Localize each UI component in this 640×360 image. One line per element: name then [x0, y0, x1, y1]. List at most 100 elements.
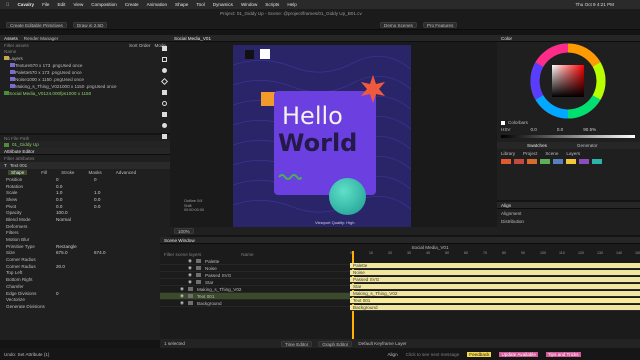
layer-clip[interactable]: Making_s_Thing_V02 [350, 290, 640, 297]
menu-create[interactable]: Create [125, 2, 139, 7]
polygon-tool-icon[interactable] [160, 77, 169, 86]
squiggle-shape[interactable] [278, 173, 302, 181]
menu-animation[interactable]: Animation [147, 2, 167, 7]
select-tool-icon[interactable] [162, 46, 167, 51]
subtab-fill[interactable]: Fill [41, 170, 47, 175]
list-item[interactable]: Social Media_V0124.000fps1000 x 1150 [0, 91, 170, 98]
menu-shape[interactable]: Shape [175, 2, 188, 7]
assets-search[interactable]: Filter assets [4, 43, 125, 48]
tab-color[interactable]: Color [501, 36, 512, 41]
value-slider[interactable] [501, 135, 635, 138]
color-swatch[interactable] [540, 159, 550, 164]
black-square[interactable] [245, 50, 254, 59]
feedback-button[interactable]: Feedback [467, 351, 492, 357]
attribute-row[interactable]: Vectorize [0, 296, 170, 303]
attribute-row[interactable]: Size 675.0 674.0 [0, 250, 170, 257]
menu-composition[interactable]: Composition [91, 2, 117, 7]
menu-help[interactable]: Help [287, 2, 296, 7]
attribute-row[interactable]: Motion Blur [0, 236, 170, 243]
list-item[interactable]: Noise1000 x 1150 .pngUsed once [0, 77, 170, 84]
color-wheel[interactable] [530, 43, 606, 119]
attribute-value[interactable]: 1.0 [56, 190, 90, 195]
attribute-value[interactable]: 0 [56, 177, 90, 182]
white-square[interactable] [260, 49, 270, 59]
subtab-masks[interactable]: Masks [88, 170, 101, 175]
color-swatch[interactable] [527, 159, 537, 164]
menu-window[interactable]: Window [241, 2, 257, 7]
swatch-tab-layers[interactable]: Layers [566, 151, 580, 156]
status-message[interactable]: Click to see next message [406, 352, 460, 357]
draw-2-5d-button[interactable]: Draw in 2.5D [72, 22, 108, 28]
text-tool-icon[interactable] [162, 112, 167, 117]
subtab-stroke[interactable]: Stroke [61, 170, 74, 175]
attribute-value[interactable]: 0 [56, 291, 90, 296]
table-row[interactable]: ◉ Text 001 [160, 293, 350, 300]
attribute-value[interactable]: 675.0 [56, 250, 90, 255]
visibility-icon[interactable]: ◉ [188, 265, 192, 271]
layer-clip[interactable]: Noise [350, 269, 640, 276]
attribute-value[interactable]: 0.0 [56, 184, 90, 189]
menu-edit[interactable]: Edit [57, 2, 65, 7]
comp-name[interactable]: 01_Giddy Up [12, 142, 39, 147]
table-row[interactable]: ◉ Star [160, 279, 350, 286]
attribute-row[interactable]: Top Left [0, 270, 170, 277]
attribute-row[interactable]: Filters [0, 230, 170, 237]
color-mode-hsv[interactable]: HSV [501, 127, 510, 132]
zoom-dropdown[interactable]: 100% [174, 228, 194, 234]
swatch-tab-project[interactable]: Project [523, 151, 537, 156]
color-swatch[interactable] [501, 159, 511, 164]
subtab-shape[interactable]: Shape [8, 170, 28, 175]
visibility-icon[interactable]: ◉ [180, 300, 184, 306]
tab-assets[interactable]: Assets [4, 36, 18, 41]
table-row[interactable]: ◉ Background [160, 300, 350, 307]
orange-square[interactable] [261, 92, 275, 106]
attribute-value[interactable]: 100.0 [56, 210, 90, 215]
timeline-ruler[interactable]: 0102030405060708090100110120130140150 [350, 251, 640, 259]
demo-scenes-button[interactable]: Demo Scenes [380, 22, 417, 28]
graph-editor-button[interactable]: Graph Editor [318, 340, 353, 347]
scene-filter-input[interactable]: Filter scene layers [164, 252, 201, 257]
sort-order-button[interactable]: Sort Order [129, 43, 150, 48]
update-available-button[interactable]: Update Available [499, 351, 538, 357]
menu-scripts[interactable]: Scripts [265, 2, 279, 7]
list-item[interactable]: Making_s_Thing_V021000 x 1150 .pngUsed o… [0, 84, 170, 91]
menu-file[interactable]: File [42, 2, 49, 7]
menu-app[interactable]: Cavalry [17, 2, 34, 7]
attribute-value[interactable]: Rectangle [56, 244, 90, 249]
ellipse-tool-icon[interactable] [162, 68, 167, 73]
attribute-value-2[interactable]: 0.0 [94, 197, 100, 202]
value-value[interactable]: 90.5% [583, 127, 596, 132]
color-swatch[interactable] [592, 159, 602, 164]
attribute-row[interactable]: Blend Mode Normal [0, 216, 170, 223]
attribute-row[interactable]: Pivot 0.0 0.0 [0, 203, 170, 210]
visibility-icon[interactable]: ◉ [180, 286, 184, 292]
teal-circle[interactable] [329, 178, 366, 215]
attribute-value-2[interactable]: 0 [94, 177, 97, 182]
tab-align[interactable]: Align [501, 203, 511, 208]
tab-scene-window[interactable]: Scene Window [164, 238, 195, 243]
attribute-row[interactable]: Chamfer [0, 283, 170, 290]
visibility-icon[interactable]: ◉ [180, 293, 184, 299]
canvas[interactable]: Hello World Viewport Quality: High [233, 45, 411, 227]
color-swatch[interactable] [514, 159, 524, 164]
rectangle-tool-icon[interactable] [162, 57, 167, 62]
attribute-row[interactable]: Primitive Type Rectangle [0, 243, 170, 250]
layer-clip[interactable]: Background [350, 304, 640, 311]
attribute-value-2[interactable]: 0.0 [94, 204, 100, 209]
zoom-tool-icon[interactable] [162, 134, 167, 139]
star-shape[interactable] [359, 75, 387, 103]
undo-label[interactable]: Undo: Set Attribute (1) [4, 352, 49, 357]
swatch-tab-library[interactable]: Library [501, 151, 515, 156]
keyframe-layer-dropdown[interactable]: Default Keyframe Layer [358, 341, 406, 346]
attribute-value-2[interactable]: 1.0 [94, 190, 100, 195]
subtab-advanced[interactable]: Advanced [116, 170, 136, 175]
attribute-row[interactable]: Generate Divisions [0, 303, 170, 310]
swatch-tab-scene[interactable]: Scene [545, 151, 558, 156]
attribute-value-2[interactable]: 674.0 [94, 250, 106, 255]
attribute-row[interactable]: Corner Radius 20.0 [0, 263, 170, 270]
attribute-row[interactable]: Deformers [0, 223, 170, 230]
list-item[interactable]: Texture570 x 173 .pngUsed once [0, 63, 170, 70]
color-swatch[interactable] [566, 159, 576, 164]
layer-clip[interactable]: Palette [350, 262, 640, 269]
visibility-icon[interactable]: ◉ [188, 272, 192, 278]
